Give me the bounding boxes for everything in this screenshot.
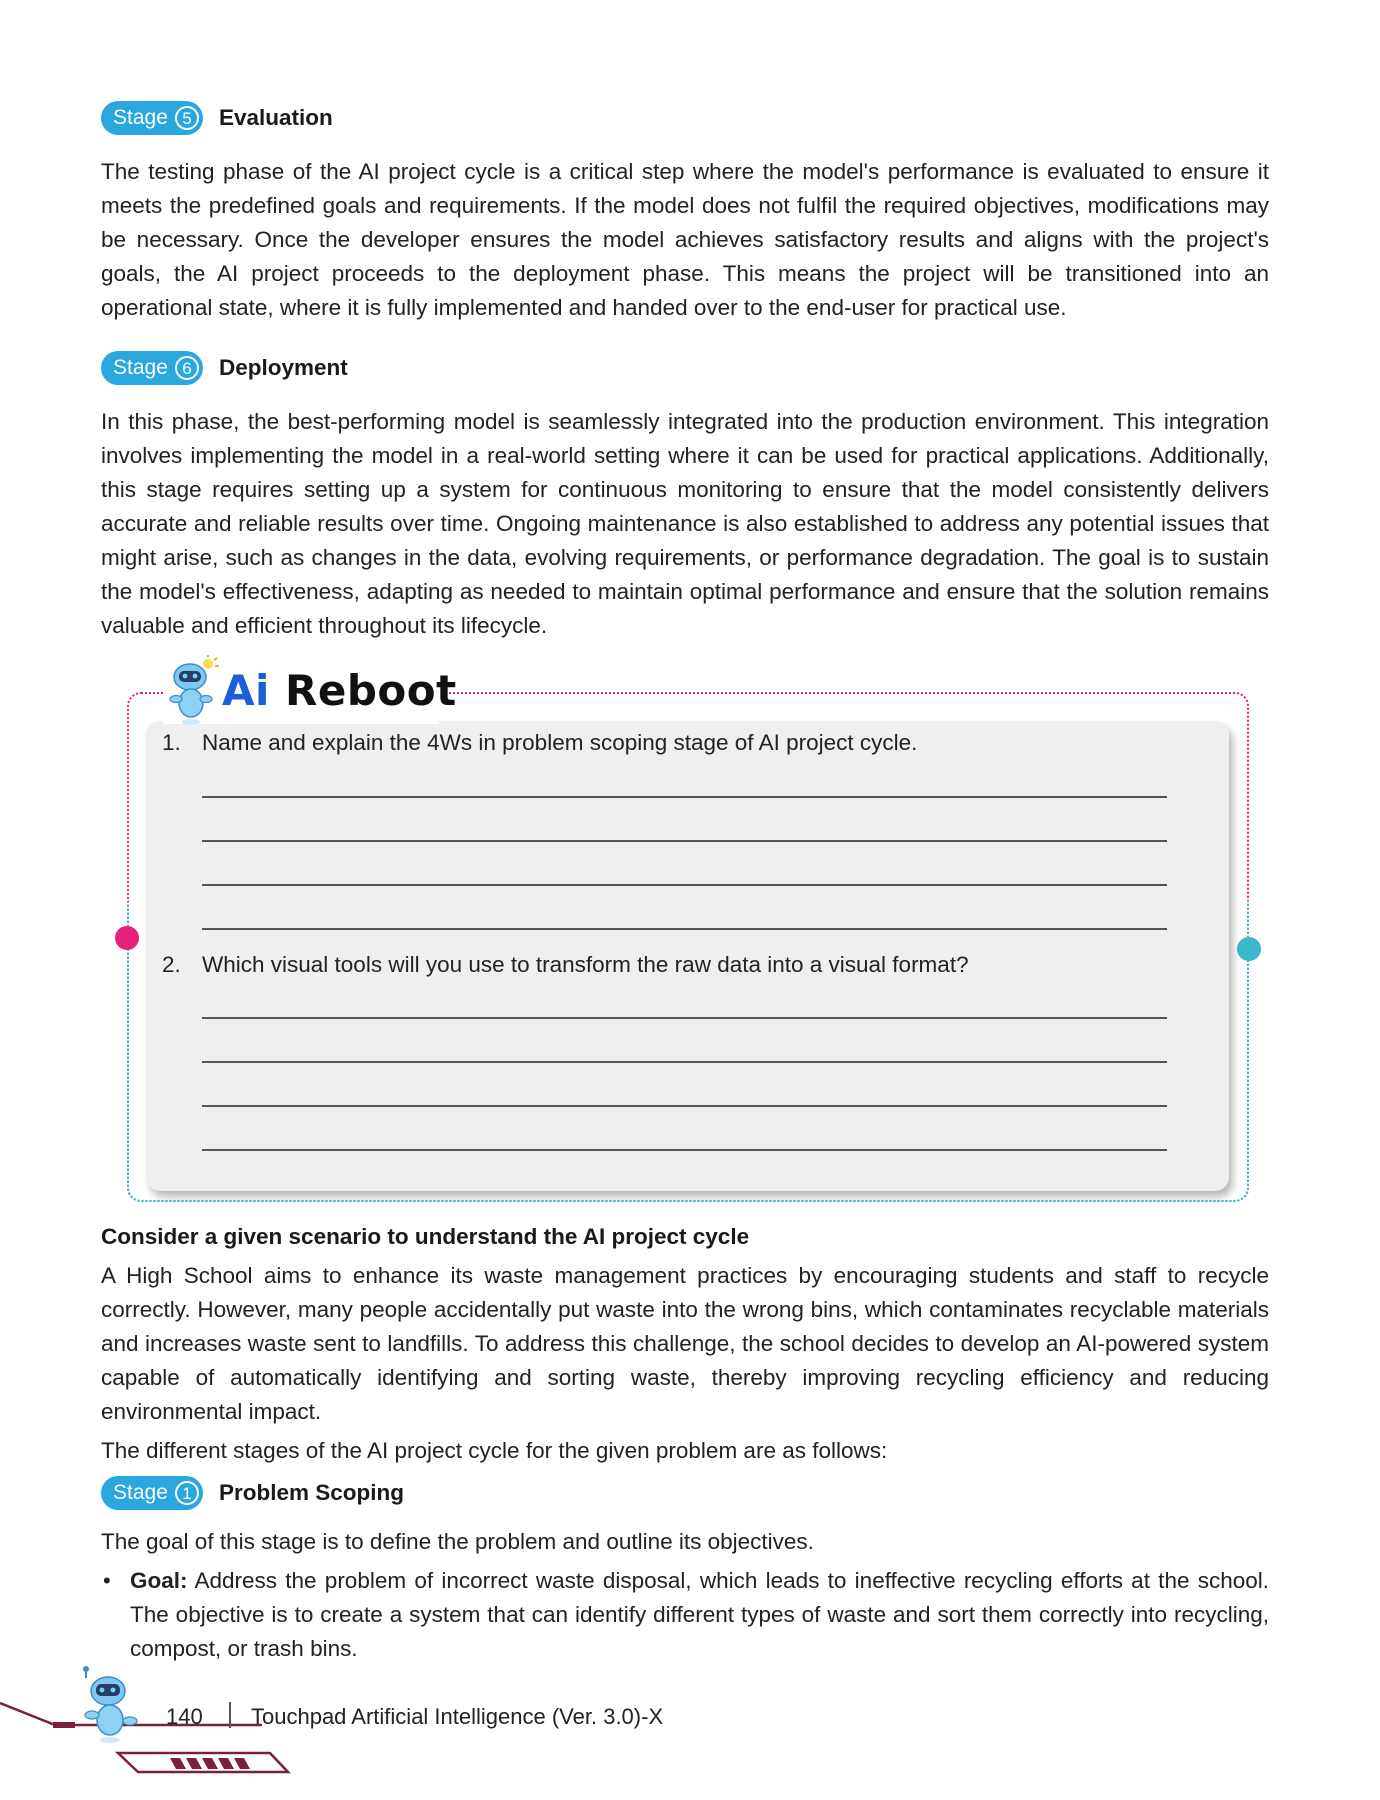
- answer-line[interactable]: [202, 1061, 1167, 1063]
- stage-badge-label: Stage: [113, 1481, 168, 1504]
- bullet-icon: •: [103, 1568, 111, 1593]
- stage-badge: Stage 1: [101, 1476, 203, 1510]
- reboot-title: Ai Reboot: [222, 666, 457, 715]
- stage-6-body: In this phase, the best-performing model…: [101, 405, 1269, 643]
- stages-intro: The different stages of the AI project c…: [101, 1438, 888, 1463]
- pink-dot: [115, 926, 139, 950]
- stage-6-paragraph: In this phase, the best-performing model…: [101, 409, 1269, 638]
- page-number: 140: [166, 1704, 203, 1729]
- stage-1-header: Stage 1 Problem Scoping: [101, 1476, 404, 1510]
- answer-line[interactable]: [202, 840, 1167, 842]
- stage-number: 6: [175, 356, 199, 380]
- question-text: Which visual tools will you use to trans…: [202, 952, 969, 977]
- bullet-label: Goal:: [130, 1568, 188, 1593]
- question-number: 2.: [162, 952, 181, 977]
- cyan-dot: [1237, 937, 1261, 961]
- question-number: 1.: [162, 730, 181, 755]
- answer-line[interactable]: [202, 928, 1167, 930]
- question-text: Name and explain the 4Ws in problem scop…: [202, 730, 918, 755]
- reboot-title-ai: Ai: [222, 666, 270, 715]
- scenario-section: Consider a given scenario to understand …: [101, 1220, 1269, 1468]
- answer-line[interactable]: [202, 884, 1167, 886]
- bullet-body: Address the problem of incorrect waste d…: [130, 1568, 1269, 1661]
- stage-badge-label: Stage: [113, 106, 168, 129]
- bullet-text: Goal: Address the problem of incorrect w…: [130, 1564, 1269, 1666]
- robot-mascot-icon: [169, 655, 219, 725]
- stage-title: Evaluation: [219, 105, 333, 130]
- stage-badge: Stage 5: [101, 101, 203, 135]
- stage-title: Deployment: [219, 355, 348, 380]
- book-title: Touchpad Artificial Intelligence (Ver. 3…: [251, 1704, 664, 1729]
- stage-number: 5: [175, 106, 199, 130]
- stage-badge-label: Stage: [113, 356, 168, 379]
- scenario-paragraph: A High School aims to enhance its waste …: [101, 1263, 1269, 1424]
- stage-5-header: Stage 5 Evaluation: [101, 101, 333, 135]
- stage-number: 1: [175, 1481, 199, 1505]
- stage-6-header: Stage 6 Deployment: [101, 351, 348, 385]
- scenario-heading: Consider a given scenario to understand …: [101, 1224, 750, 1249]
- question-1: 1. Name and explain the 4Ws in problem sc…: [162, 730, 917, 756]
- stage-5-body: The testing phase of the AI project cycl…: [101, 155, 1269, 325]
- stage-badge: Stage 6: [101, 351, 203, 385]
- stage-5-paragraph: The testing phase of the AI project cycl…: [101, 159, 1269, 320]
- answer-line[interactable]: [202, 1149, 1167, 1151]
- answer-line[interactable]: [202, 796, 1167, 798]
- answer-line[interactable]: [202, 1017, 1167, 1019]
- footer-decoration: [0, 1666, 291, 1774]
- answer-line[interactable]: [202, 1105, 1167, 1107]
- footer-divider: [229, 1702, 231, 1728]
- reboot-title-text: Reboot: [285, 666, 457, 715]
- bullet-item: • Goal: Address the problem of incorrect…: [101, 1564, 1269, 1666]
- question-2: 2. Which visual tools will you use to tra…: [162, 952, 969, 978]
- stage-title: Problem Scoping: [219, 1480, 405, 1505]
- stage-1-intro: The goal of this stage is to define the …: [101, 1529, 814, 1554]
- stage-1-body: The goal of this stage is to define the …: [101, 1525, 1269, 1666]
- textbook-page: Stage 5 Evaluation The testing phase of …: [0, 0, 1380, 1800]
